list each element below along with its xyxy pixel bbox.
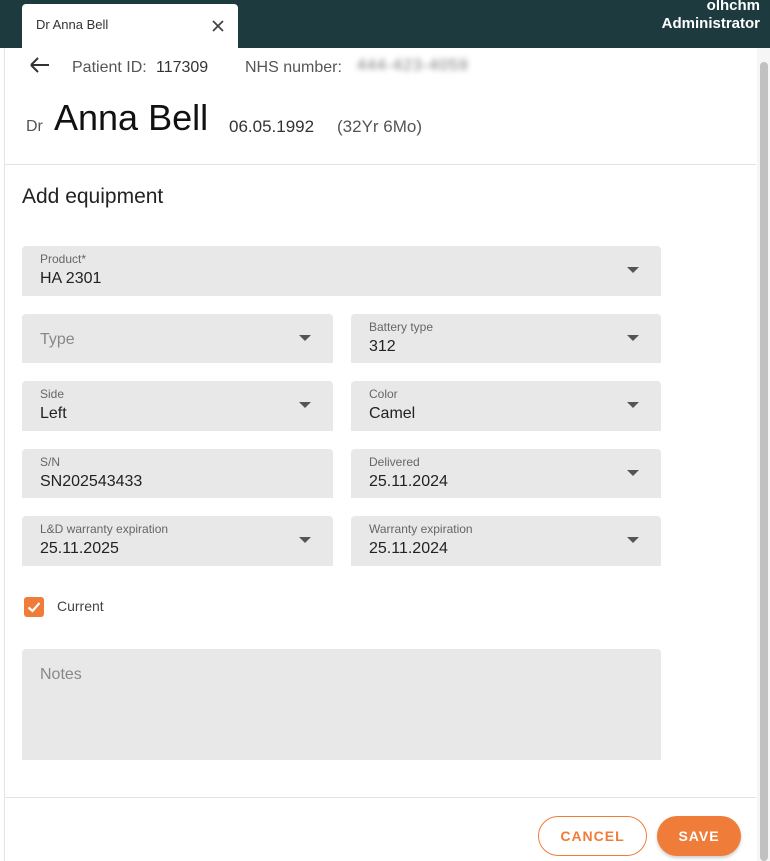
warranty-date-picker[interactable]: Warranty expiration 25.11.2024 xyxy=(351,516,661,566)
cancel-button[interactable]: CANCEL xyxy=(538,816,647,856)
patient-id-value: 117309 xyxy=(156,59,209,76)
delivered-value: 25.11.2024 xyxy=(369,473,448,490)
scrollbar-thumb[interactable] xyxy=(760,62,768,861)
chevron-down-icon xyxy=(299,402,311,408)
sn-value: SN202543433 xyxy=(40,473,143,490)
product-label: Product* xyxy=(40,252,87,266)
tab-label: Dr Anna Bell xyxy=(36,17,109,32)
chevron-down-icon xyxy=(627,335,639,341)
chevron-down-icon xyxy=(627,537,639,543)
patient-dob: 06.05.1992 xyxy=(229,117,315,136)
chevron-down-icon xyxy=(627,402,639,408)
warranty-label: Warranty expiration xyxy=(369,522,473,536)
side-label: Side xyxy=(40,387,65,401)
notes-textarea[interactable]: Notes xyxy=(22,649,661,760)
current-checkbox[interactable] xyxy=(24,597,44,617)
side-select[interactable]: Side Left xyxy=(22,381,333,431)
battery-type-select[interactable]: Battery type 312 xyxy=(351,314,661,363)
type-placeholder: Type xyxy=(40,331,75,348)
delivered-label: Delivered xyxy=(369,455,420,469)
chevron-down-icon xyxy=(299,335,311,341)
product-select[interactable]: Product* HA 2301 xyxy=(22,246,661,296)
sn-label: S/N xyxy=(40,455,61,469)
footer-divider xyxy=(4,797,756,798)
ld-warranty-value: 25.11.2025 xyxy=(40,540,119,557)
sn-field[interactable]: S/N SN202543433 xyxy=(22,449,333,498)
ld-warranty-label: L&D warranty expiration xyxy=(40,522,169,536)
product-value: HA 2301 xyxy=(40,270,102,287)
section-title: Add equipment xyxy=(22,185,164,208)
top-bar: Dr Anna Bell olhchm Administrator xyxy=(0,0,770,48)
chevron-down-icon xyxy=(627,470,639,476)
tab-patient[interactable]: Dr Anna Bell xyxy=(22,4,238,48)
patient-title-prefix: Dr xyxy=(26,118,43,135)
color-label: Color xyxy=(369,387,398,401)
type-select[interactable]: Type xyxy=(22,314,333,363)
battery-type-label: Battery type xyxy=(369,320,434,334)
user-role: Administrator xyxy=(661,15,760,32)
notes-placeholder: Notes xyxy=(40,666,82,683)
side-value: Left xyxy=(40,405,67,422)
nhs-number-value: 444-423-4059 xyxy=(357,57,469,74)
battery-type-value: 312 xyxy=(369,338,396,355)
color-select[interactable]: Color Camel xyxy=(351,381,661,431)
save-button[interactable]: SAVE xyxy=(657,816,741,856)
current-label: Current xyxy=(57,598,104,614)
patient-age: (32Yr 6Mo) xyxy=(337,117,423,136)
chevron-down-icon xyxy=(627,267,639,273)
chevron-down-icon xyxy=(299,537,311,543)
warranty-value: 25.11.2024 xyxy=(369,540,448,557)
ld-warranty-date-picker[interactable]: L&D warranty expiration 25.11.2025 xyxy=(22,516,333,566)
arrow-left-icon[interactable] xyxy=(28,55,52,75)
close-icon[interactable] xyxy=(208,16,228,36)
user-name: olhchm xyxy=(706,0,760,14)
check-icon xyxy=(27,602,41,613)
header-divider xyxy=(4,164,756,165)
color-value: Camel xyxy=(369,405,416,422)
patient-name: Anna Bell xyxy=(54,97,209,138)
patient-id-label: Patient ID: xyxy=(72,59,147,76)
nhs-number-label: NHS number: xyxy=(245,59,342,76)
delivered-date-picker[interactable]: Delivered 25.11.2024 xyxy=(351,449,661,498)
